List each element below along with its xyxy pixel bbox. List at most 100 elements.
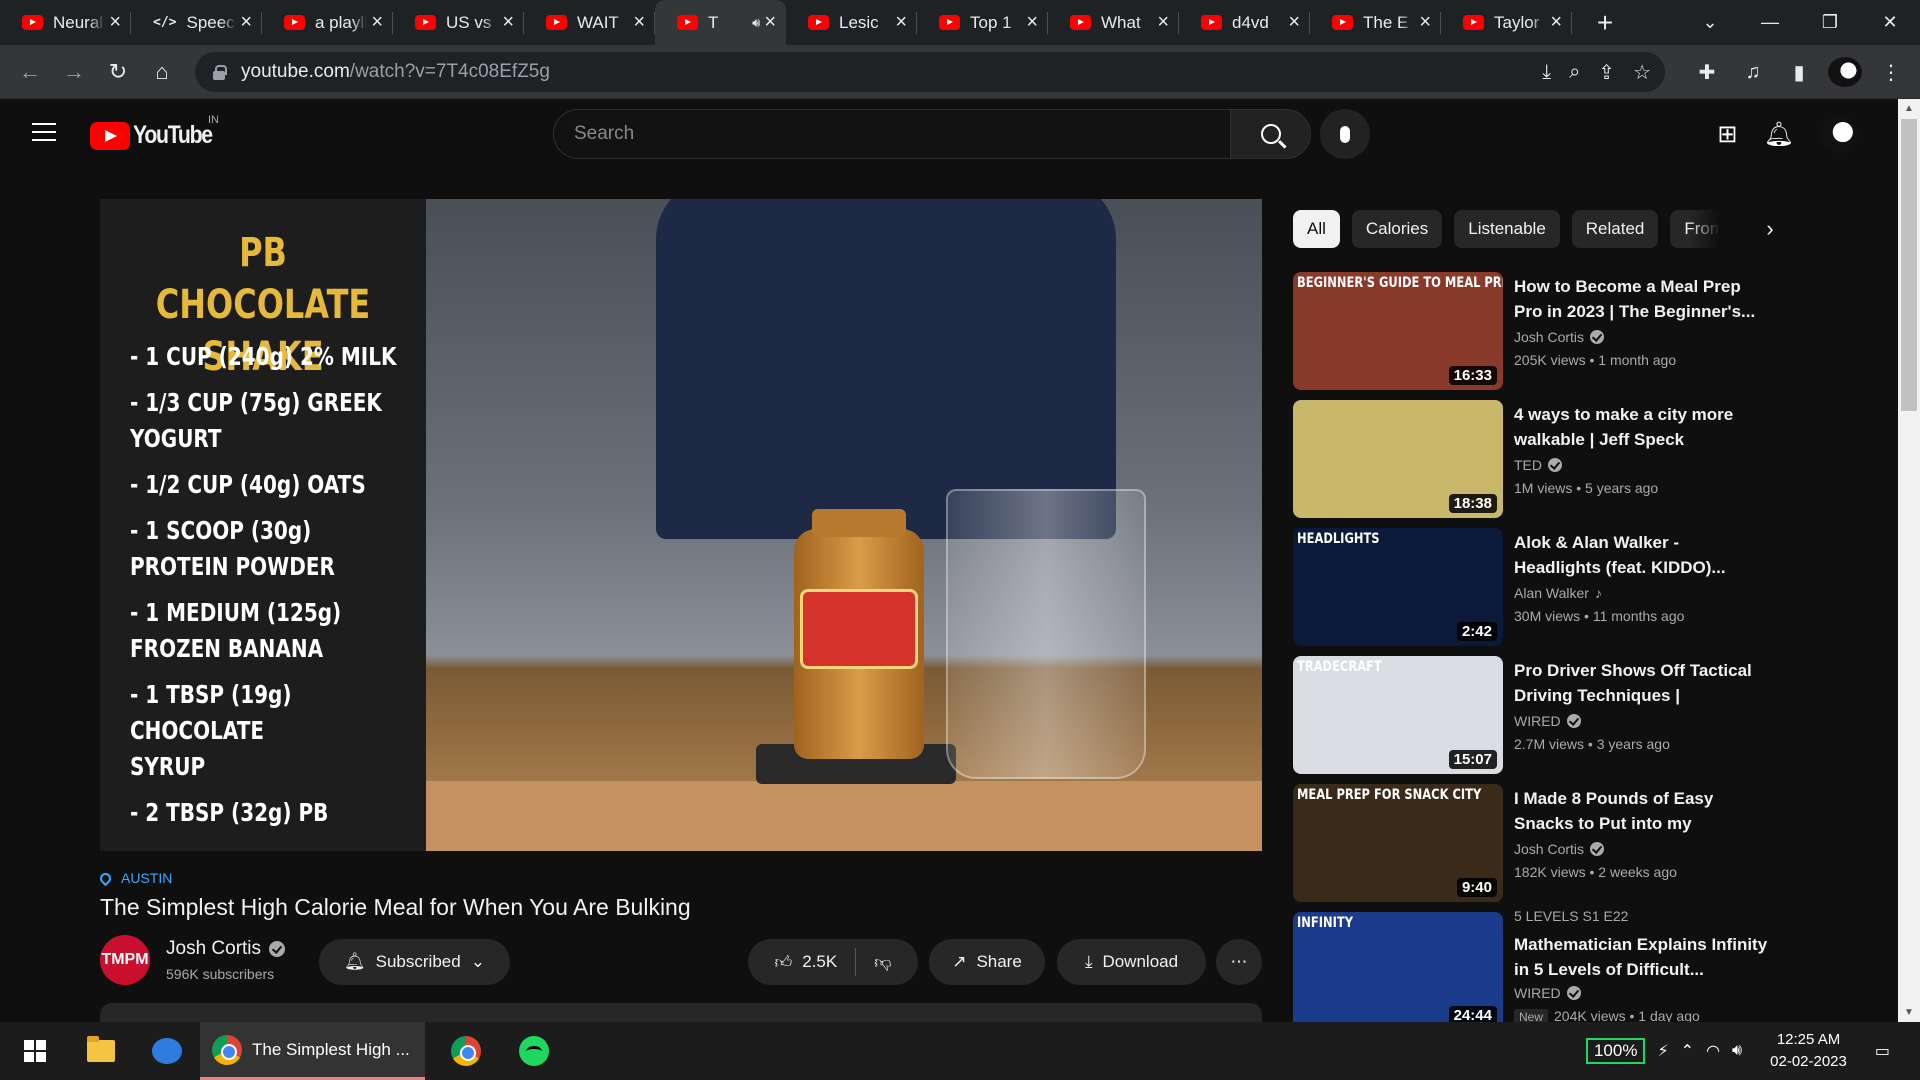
browser-tab[interactable]: What × [1048,0,1179,45]
video-title[interactable]: Mathematician Explains Infinity in 5 Lev… [1514,932,1769,982]
close-window-button[interactable]: ✕ [1860,0,1920,45]
browser-tab[interactable]: T 🔊︎ × [655,0,786,45]
forward-button[interactable]: → [52,52,96,92]
clock[interactable]: 12:25 AM 02-02-2023 [1770,1029,1847,1073]
extensions-puzzle-icon[interactable]: ✚ [1690,60,1724,85]
volume-icon[interactable]: 🔊︎ [1732,1042,1742,1060]
share-button[interactable]: ↗ Share [929,939,1045,985]
tab-close-icon[interactable]: × [1026,11,1038,34]
recommended-video[interactable]: TRADECRAFT 15:07 Pro Driver Shows Off Tact… [1293,656,1773,784]
search-input[interactable] [574,123,1230,145]
profile-avatar[interactable] [1828,57,1862,87]
bookmark-star-icon[interactable]: ☆ [1633,60,1651,85]
channel-name[interactable]: TED [1514,457,1562,473]
share-page-icon[interactable]: ⇪ [1598,60,1615,85]
menu-kebab-icon[interactable]: ⋮ [1874,60,1908,85]
channel-name[interactable]: Josh Cortis [166,938,286,960]
recommended-video[interactable]: INFINITY 24:44 5 LEVELS S1 E22 Mathematicia… [1293,908,1773,1040]
menu-hamburger-icon[interactable] [32,123,56,143]
video-title[interactable]: 4 ways to make a city more walkable | Je… [1514,402,1769,452]
reload-button[interactable]: ↻ [96,52,140,92]
video-location[interactable]: AUSTIN [97,870,172,886]
channel-avatar[interactable]: TMPM [100,935,150,985]
page-scrollbar[interactable]: ▲ ▼ [1898,99,1920,1022]
taskbar-chrome-window[interactable]: The Simplest High ... [200,1022,425,1080]
create-video-icon[interactable]: ⊞ [1717,120,1737,149]
more-actions-button[interactable]: ⋯ [1216,939,1262,985]
browser-tab[interactable]: The E × [1310,0,1441,45]
chips-next-arrow-icon[interactable]: › [1755,210,1785,248]
video-thumbnail[interactable]: MEAL PREP FOR SNACK CITY 9:40 [1293,784,1503,902]
tab-close-icon[interactable]: × [109,11,121,34]
recommended-video[interactable]: 18:38 4 ways to make a city more walkable… [1293,400,1773,528]
browser-tab[interactable]: US vs × [393,0,524,45]
battery-indicator[interactable]: 100% [1585,1038,1646,1064]
scrollbar-thumb[interactable] [1901,119,1917,411]
channel-name[interactable]: Josh Cortis [1514,841,1605,857]
channel-name[interactable]: Alan Walker ♪ [1514,585,1602,601]
new-tab-button[interactable]: + [1588,7,1622,39]
browser-tab[interactable]: Top 1 × [917,0,1048,45]
dislike-button[interactable]: 👎︎ [874,952,891,973]
zoom-icon[interactable]: ⌕ [1569,61,1580,84]
notifications-icon[interactable]: ▭ [1875,1041,1890,1061]
channel-name[interactable]: Josh Cortis [1514,329,1605,345]
tab-close-icon[interactable]: × [764,11,776,34]
search-button[interactable] [1231,109,1311,159]
video-title[interactable]: I Made 8 Pounds of Easy Snacks to Put in… [1514,786,1769,836]
recommended-video[interactable]: BEGINNER'S GUIDE TO MEAL PREP 16:33 How to… [1293,272,1773,400]
restore-button[interactable]: ❐ [1800,0,1860,45]
address-bar[interactable]: youtube.com/watch?v=7T4c08EfZ5g ⤓ ⌕ ⇪ ☆ [195,52,1665,92]
tab-close-icon[interactable]: × [1419,11,1431,34]
media-control-icon[interactable]: ♫ [1736,61,1770,84]
tab-close-icon[interactable]: × [371,11,383,34]
file-explorer-icon[interactable] [87,1036,115,1062]
voice-search-button[interactable] [1320,109,1370,159]
tab-close-icon[interactable]: × [1550,11,1562,34]
chip-from[interactable]: From [1670,210,1721,248]
minimize-button[interactable]: — [1740,0,1800,45]
video-thumbnail[interactable]: INFINITY 24:44 [1293,912,1503,1030]
scroll-up-arrow-icon[interactable]: ▲ [1898,103,1920,114]
browser-tab[interactable]: a playlist× [262,0,393,45]
browser-tab[interactable]: Neural × [0,0,131,45]
tab-audio-icon[interactable]: 🔊︎ [752,15,760,31]
back-button[interactable]: ← [8,52,52,92]
cloud-app-icon[interactable] [152,1038,182,1064]
video-player[interactable]: PB CHOCOLATE SHAKE - 1 CUP (240g) 2% MIL… [100,199,1262,851]
tab-close-icon[interactable]: × [1288,11,1300,34]
browser-tab[interactable]: WAIT × [524,0,655,45]
video-title[interactable]: How to Become a Meal Prep Pro in 2023 | … [1514,274,1769,324]
wifi-icon[interactable]: ◠ [1706,1041,1720,1061]
channel-name[interactable]: WIRED [1514,713,1581,729]
video-thumbnail[interactable]: HEADLIGHTS 2:42 [1293,528,1503,646]
side-panel-icon[interactable]: ▮ [1782,60,1816,85]
chrome-pinned-icon[interactable] [451,1036,481,1066]
spotify-icon[interactable] [519,1036,549,1066]
browser-tab[interactable]: Lesic × [786,0,917,45]
tab-close-icon[interactable]: × [240,11,252,34]
chip-listenable[interactable]: Listenable [1454,210,1560,248]
video-title[interactable]: Alok & Alan Walker - Headlights (feat. K… [1514,530,1769,580]
video-thumbnail[interactable]: 18:38 [1293,400,1503,518]
notifications-bell-icon[interactable]: 🔔︎ [1764,120,1794,149]
video-thumbnail[interactable]: BEGINNER'S GUIDE TO MEAL PREP 16:33 [1293,272,1503,390]
download-button[interactable]: ⤓ Download [1057,939,1206,985]
subscribed-button[interactable]: 🔔︎ Subscribed ⌄ [319,939,510,985]
start-button-windows-icon[interactable] [24,1040,46,1062]
chip-related[interactable]: Related [1571,210,1659,248]
account-avatar[interactable] [1820,115,1858,153]
video-title[interactable]: Pro Driver Shows Off Tactical Driving Te… [1514,658,1769,708]
chip-calories[interactable]: Calories [1351,210,1443,248]
tab-close-icon[interactable]: × [895,11,907,34]
chip-all[interactable]: All [1293,210,1340,248]
video-thumbnail[interactable]: TRADECRAFT 15:07 [1293,656,1503,774]
tray-chevron-up-icon[interactable]: ⌃ [1681,1041,1694,1061]
tab-search-icon[interactable]: ⌄ [1680,0,1740,45]
scroll-down-arrow-icon[interactable]: ▼ [1898,1007,1920,1018]
tab-close-icon[interactable]: × [633,11,645,34]
recommended-video[interactable]: HEADLIGHTS 2:42 Alok & Alan Walker - Headl… [1293,528,1773,656]
browser-tab[interactable]: </> Speech× [131,0,262,45]
install-app-icon[interactable]: ⤓ [1542,61,1551,84]
channel-name[interactable]: WIRED [1514,985,1581,1001]
